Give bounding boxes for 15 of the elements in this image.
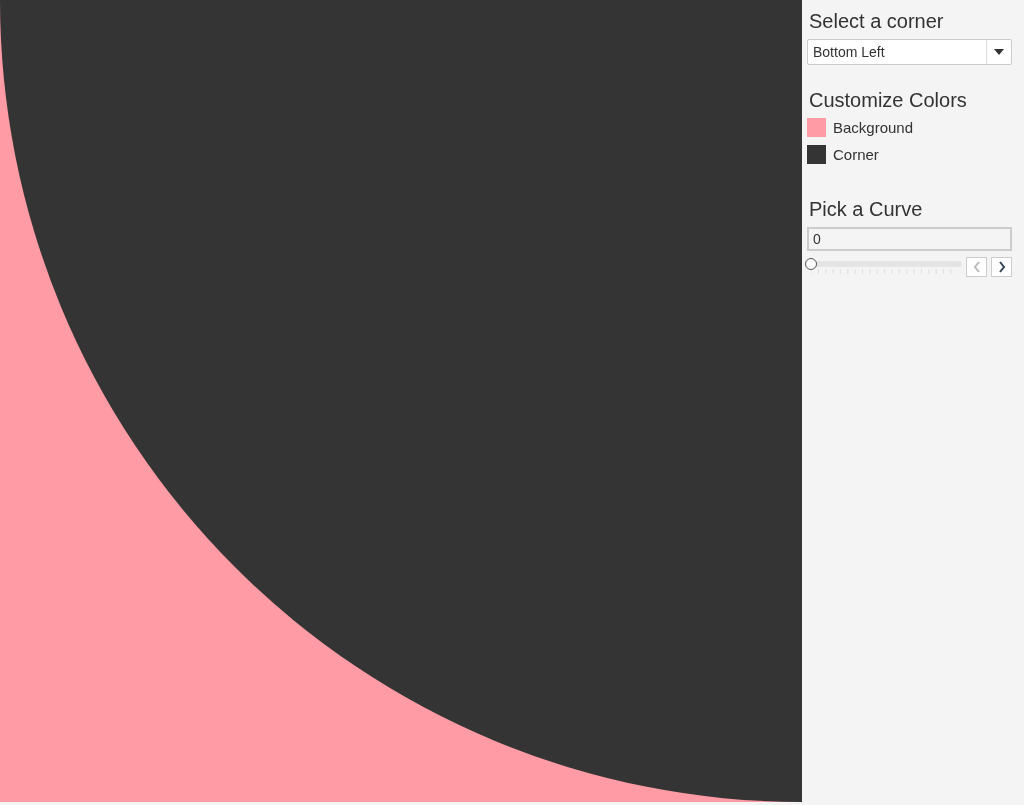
chevron-left-icon — [972, 261, 981, 273]
color-label: Corner — [833, 146, 879, 163]
chevron-right-icon — [997, 261, 1006, 273]
section-title: Pick a Curve — [809, 198, 923, 221]
color-label: Background — [833, 119, 914, 136]
corner-dropdown[interactable]: Bottom Left — [807, 39, 1012, 65]
slider-thumb[interactable] — [805, 258, 817, 270]
section-title: Select a corner — [809, 10, 944, 33]
section-title: Customize Colors — [809, 89, 967, 112]
curve-slider[interactable] — [807, 258, 962, 276]
curve-input[interactable]: 0 — [807, 227, 1012, 251]
next-button[interactable] — [991, 257, 1012, 277]
caret-icon — [994, 49, 1004, 55]
color-swatch[interactable] — [807, 118, 826, 137]
color-swatch[interactable] — [807, 145, 826, 164]
